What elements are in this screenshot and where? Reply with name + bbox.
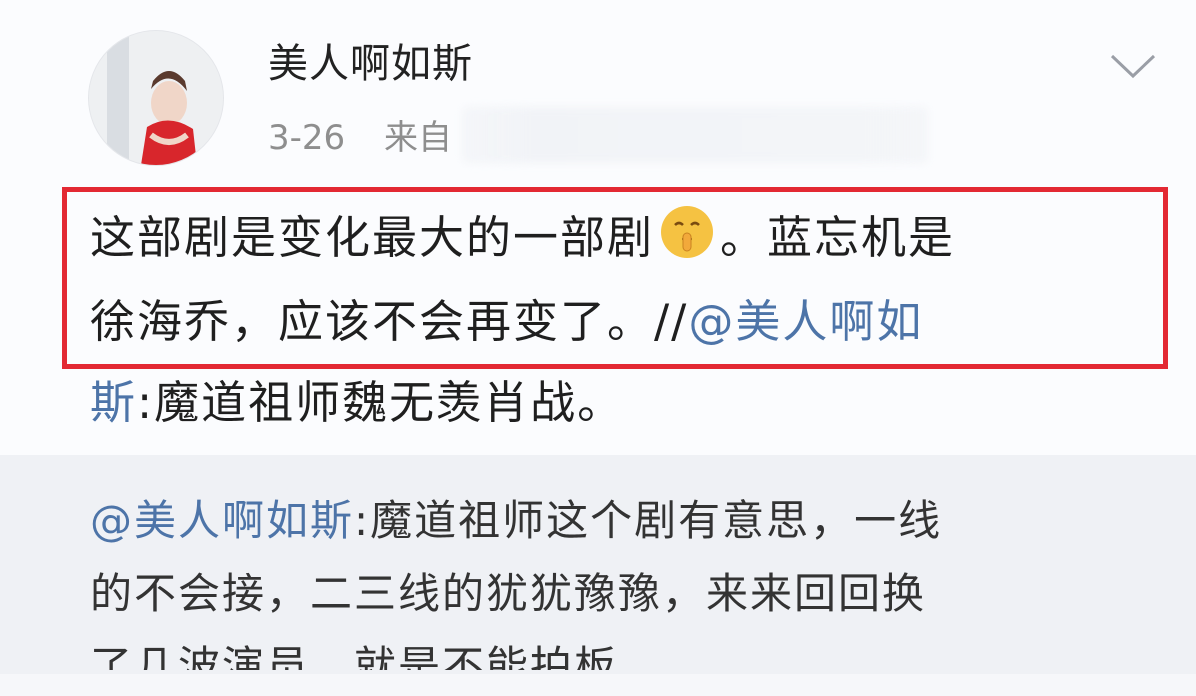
repost-line-3: 了几波演员，就是不能拍板 bbox=[90, 642, 619, 691]
repost-text: :魔道祖师这个剧有意思，一线 bbox=[354, 496, 943, 545]
blurred-source bbox=[462, 107, 928, 163]
post-text-line-2: 徐海乔，应该不会再变了。//@美人啊如 bbox=[90, 292, 923, 352]
avatar-photo bbox=[89, 31, 223, 165]
username[interactable]: 美人啊如斯 bbox=[268, 38, 473, 90]
repost-line-2: 的不会接，二三线的犹犹豫豫，来来回回换 bbox=[90, 569, 927, 618]
shush-face-emoji bbox=[661, 206, 714, 258]
post-text: :魔道祖师魏无羡肖战。 bbox=[137, 376, 625, 429]
post-time: 3-26 bbox=[268, 118, 346, 158]
repost-line-1: @美人啊如斯:魔道祖师这个剧有意思，一线 bbox=[90, 492, 942, 550]
post-text: 这部剧是变化最大的一部剧 bbox=[90, 211, 655, 264]
mention-link[interactable]: 斯 bbox=[90, 376, 137, 429]
chevron-down-icon[interactable] bbox=[1108, 50, 1158, 80]
weibo-post-card: 美人啊如斯 3-26 来自 这部剧是变化最大的一部剧 。蓝忘机是 徐海乔，应该不… bbox=[0, 0, 1196, 455]
post-text: 。蓝忘机是 bbox=[720, 211, 956, 264]
mention-link[interactable]: @美人啊如 bbox=[688, 295, 923, 348]
post-meta: 3-26 来自 bbox=[268, 115, 452, 161]
post-text-line-1: 这部剧是变化最大的一部剧 。蓝忘机是 bbox=[90, 203, 955, 268]
mention-link[interactable]: @美人啊如斯 bbox=[90, 496, 354, 545]
avatar[interactable] bbox=[88, 30, 224, 166]
post-text: 徐海乔，应该不会再变了。// bbox=[90, 295, 689, 348]
post-source-label: 来自 bbox=[383, 118, 452, 158]
post-text-line-3: 斯:魔道祖师魏无羡肖战。 bbox=[90, 373, 624, 433]
